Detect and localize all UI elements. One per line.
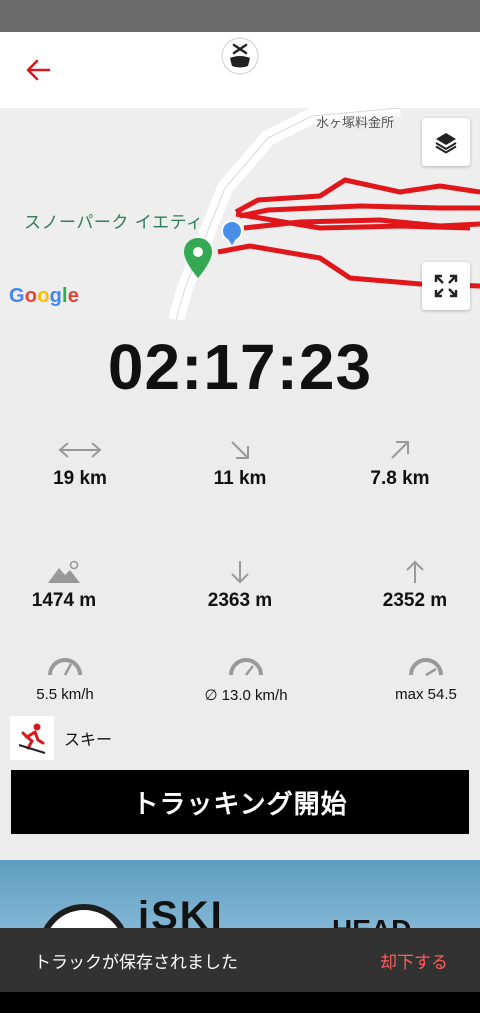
snackbar-message: トラックが保存されました: [34, 952, 238, 973]
speedometer-icon: [229, 658, 263, 676]
back-button[interactable]: [18, 52, 58, 88]
activity-selector[interactable]: スキー: [10, 716, 112, 760]
speedometer-icon: [48, 658, 82, 676]
app-logo-icon: [221, 37, 259, 75]
start-tracking-button[interactable]: トラッキング開始: [11, 770, 469, 834]
stat-max-speed: max 54.5: [346, 652, 480, 703]
back-arrow-icon: [26, 59, 51, 81]
uphill-distance-value: 7.8 km: [370, 468, 430, 489]
start-marker-icon: [184, 238, 212, 278]
down-right-arrow-icon: [231, 441, 249, 459]
horizontal-arrows-icon: [58, 442, 102, 458]
snackbar-dismiss-button[interactable]: 却下する: [380, 948, 448, 973]
layers-icon: [435, 133, 457, 154]
down-arrow-icon: [231, 561, 249, 584]
up-arrow-icon: [406, 560, 424, 583]
ski-park-label: スノーパーク イエティ: [24, 213, 204, 233]
activity-label: スキー: [64, 730, 113, 749]
current-speed-value: 5.5 km/h: [36, 686, 94, 703]
system-nav-bar: [0, 992, 480, 1013]
stat-altitude: 1474 m: [0, 558, 144, 612]
speedometer-icon: [409, 658, 443, 677]
stat-uphill-distance: 7.8 km: [320, 436, 480, 490]
snackbar: トラックが保存されました 却下する: [0, 928, 480, 992]
status-bar: [0, 0, 480, 32]
distance-value: 19 km: [53, 468, 107, 489]
map-layers-button[interactable]: [422, 118, 470, 166]
skier-icon: [10, 716, 54, 760]
stat-average-speed: ∅ 13.0 km/h: [166, 652, 326, 704]
descent-value: 2363 m: [207, 590, 273, 611]
average-speed-value: ∅ 13.0 km/h: [204, 687, 288, 704]
google-logo: Google: [9, 285, 80, 307]
stat-current-speed: 5.5 km/h: [0, 652, 145, 703]
map-fullscreen-button[interactable]: [422, 262, 470, 310]
route-map[interactable]: 水ヶ塚料金所 スノーパーク イエティ Google: [0, 108, 480, 320]
fullscreen-icon: [434, 274, 458, 298]
elapsed-time: 02:17:23: [107, 331, 373, 403]
stat-descent: 2363 m: [160, 558, 320, 612]
toll-gate-label: 水ヶ塚料金所: [316, 116, 395, 131]
stat-distance: 19 km: [0, 436, 160, 490]
mountain-icon: [48, 560, 80, 583]
app-bar: [0, 32, 480, 108]
max-speed-value: max 54.5: [395, 686, 457, 703]
up-right-arrow-icon: [391, 441, 409, 459]
ascent-value: 2352 m: [382, 590, 448, 611]
altitude-value: 1474 m: [31, 590, 97, 611]
current-location-icon: [221, 220, 243, 245]
downhill-distance-value: 11 km: [213, 468, 267, 489]
stat-ascent: 2352 m: [335, 558, 480, 612]
stat-downhill-distance: 11 km: [160, 436, 320, 490]
